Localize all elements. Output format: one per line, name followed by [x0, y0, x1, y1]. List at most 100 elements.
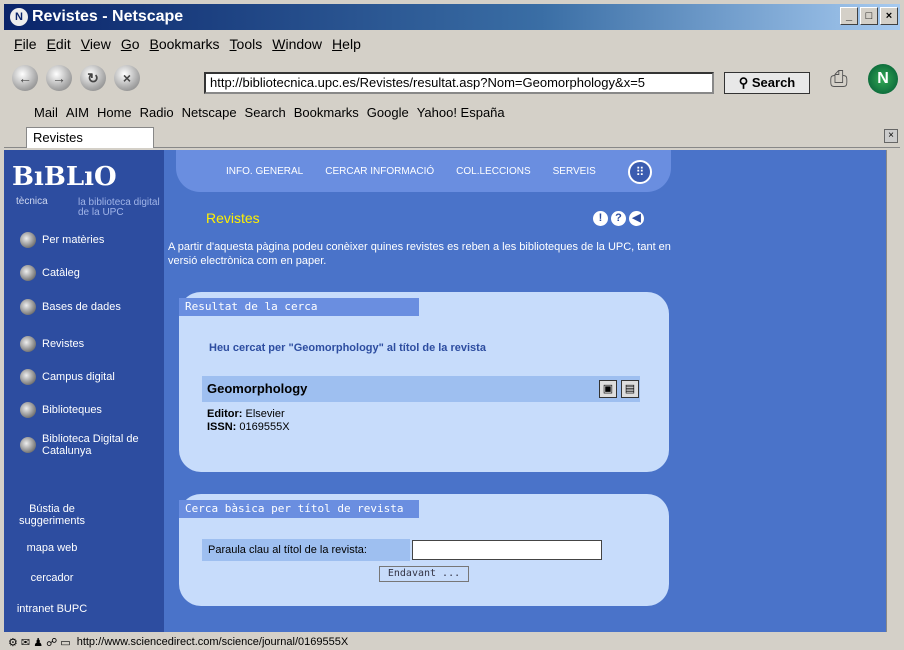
sidebar-label: Per matèries: [42, 234, 105, 246]
logo-subtitle: tècnica: [16, 196, 48, 207]
sidebar-item-campus-digital[interactable]: Campus digital: [20, 369, 115, 385]
bookmark-yahoo[interactable]: Yahoo! España: [417, 105, 505, 120]
menu-edit[interactable]: Edit: [47, 36, 71, 52]
search-button[interactable]: ⚲ Search: [724, 72, 810, 94]
issn-line: ISSN: 0169555X: [207, 421, 290, 433]
journal-title-input[interactable]: [412, 540, 602, 560]
result-panel: Resultat de la cerca Heu cercat per "Geo…: [179, 292, 669, 472]
sidebar-item-bases-de-dades[interactable]: Bases de dades: [20, 299, 121, 315]
result-panel-title: Resultat de la cerca: [179, 298, 419, 316]
forward-icon[interactable]: →: [46, 65, 72, 91]
top-navigation: INFO. GENERAL CERCAR INFORMACIÓ COL.LECC…: [176, 150, 671, 192]
tab-revistes[interactable]: Revistes: [26, 127, 154, 148]
site-tagline: la biblioteca digital de la UPC: [78, 197, 160, 218]
reload-icon[interactable]: ↻: [80, 65, 106, 91]
bookmark-bookmarks[interactable]: Bookmarks: [294, 105, 359, 120]
bullet-icon: [20, 232, 36, 248]
link-cercador[interactable]: cercador: [4, 572, 100, 584]
menu-view[interactable]: View: [81, 36, 111, 52]
editor-label: Editor:: [207, 408, 243, 420]
print-icon[interactable]: ⎙: [830, 66, 860, 94]
sidebar-label: Biblioteca Digital de Catalunya: [42, 433, 139, 457]
back-icon[interactable]: ←: [12, 65, 38, 91]
section-title: Revistes: [206, 210, 260, 226]
editor-value: Elsevier: [245, 408, 285, 420]
menu-bar: File Edit View Go Bookmarks Tools Window…: [4, 32, 900, 56]
site-sidebar: BıBLıO tècnica la biblioteca digital de …: [4, 150, 164, 632]
status-bar: ⚙ ✉ ♟ ☍ ▭ http://www.sciencedirect.com/s…: [4, 634, 900, 650]
nav-col-leccions[interactable]: COL.LECCIONS: [456, 166, 530, 177]
journal-title[interactable]: Geomorphology: [207, 381, 307, 396]
search-icon: ⚲: [738, 75, 749, 90]
maximize-button[interactable]: □: [860, 7, 878, 25]
bullet-icon: [20, 336, 36, 352]
sidebar-item-cataleg[interactable]: Catàleg: [20, 265, 80, 281]
search-button-label: Search: [751, 75, 796, 90]
intro-text: A partir d'aquesta pàgina podeu conèixer…: [168, 241, 671, 267]
issn-label: ISSN:: [207, 421, 237, 433]
link-mapa-web[interactable]: mapa web: [4, 542, 100, 554]
bullet-icon: [20, 369, 36, 385]
info-icon[interactable]: !: [593, 211, 608, 226]
bookmarks-toolbar: Mail AIM Home Radio Netscape Search Book…: [4, 100, 900, 124]
sidebar-item-per-materies[interactable]: Per matèries: [20, 232, 104, 248]
stop-icon[interactable]: ×: [114, 65, 140, 91]
bookmark-aim[interactable]: AIM: [66, 105, 89, 120]
issn-value: 0169555X: [239, 421, 290, 433]
search-panel: Cerca bàsica per títol de revista Paraul…: [179, 494, 669, 606]
bullet-icon: [20, 265, 36, 281]
search-panel-title: Cerca bàsica per títol de revista: [179, 500, 419, 518]
bullet-icon: [20, 402, 36, 418]
sidebar-label: Catàleg: [42, 267, 80, 279]
bookmark-netscape[interactable]: Netscape: [182, 105, 237, 120]
menu-file[interactable]: File: [14, 36, 37, 52]
netscape-logo-icon: N: [10, 8, 28, 26]
close-button[interactable]: ×: [880, 7, 898, 25]
status-url: http://www.sciencedirect.com/science/jou…: [76, 636, 349, 648]
close-tab-button[interactable]: ×: [884, 129, 898, 143]
sidebar-label: Biblioteques: [42, 404, 102, 416]
bookmark-radio[interactable]: Radio: [140, 105, 174, 120]
vertical-scrollbar[interactable]: [886, 150, 900, 632]
bookmark-google[interactable]: Google: [367, 105, 409, 120]
sidebar-label: Campus digital: [42, 371, 115, 383]
paper-holdings-icon[interactable]: ▤: [621, 380, 639, 398]
help-icon[interactable]: ?: [611, 211, 626, 226]
menu-bookmarks[interactable]: Bookmarks: [150, 36, 220, 52]
browser-window: N Revistes - Netscape _ □ × File Edit Vi…: [0, 0, 904, 650]
sidebar-label: Revistes: [42, 338, 85, 350]
status-icons: ⚙ ✉ ♟ ☍ ▭: [8, 636, 71, 649]
back-arrow-icon[interactable]: ◀: [629, 211, 644, 226]
sidebar-item-biblioteques[interactable]: Biblioteques: [20, 402, 102, 418]
electronic-access-icon[interactable]: ▣: [599, 380, 617, 398]
upc-grid-icon[interactable]: ⠿: [628, 160, 652, 184]
window-title: Revistes - Netscape: [32, 8, 184, 25]
nav-info-general[interactable]: INFO. GENERAL: [226, 166, 303, 177]
menu-go[interactable]: Go: [121, 36, 140, 52]
minimize-button[interactable]: _: [840, 7, 858, 25]
submit-button[interactable]: Endavant ...: [379, 566, 469, 582]
menu-help[interactable]: Help: [332, 36, 361, 52]
title-bar: N Revistes - Netscape _ □ ×: [4, 4, 900, 30]
page-content: BıBLıO tècnica la biblioteca digital de …: [4, 150, 886, 632]
tab-bar: Revistes ×: [4, 126, 900, 148]
link-bustia[interactable]: Bústia de suggeriments: [4, 503, 100, 527]
url-field[interactable]: http://bibliotecnica.upc.es/Revistes/res…: [204, 72, 714, 94]
navigation-toolbar: ← → ↻ × http://bibliotecnica.upc.es/Revi…: [4, 58, 900, 98]
sidebar-item-biblioteca-digital[interactable]: Biblioteca Digital de Catalunya: [20, 433, 150, 457]
nav-cercar-informacio[interactable]: CERCAR INFORMACIÓ: [325, 166, 434, 177]
sidebar-label: Bases de dades: [42, 301, 121, 313]
bookmark-search[interactable]: Search: [245, 105, 286, 120]
editor-line: Editor: Elsevier: [207, 408, 285, 420]
bullet-icon: [20, 299, 36, 315]
menu-window[interactable]: Window: [272, 36, 322, 52]
search-field-label: Paraula clau al títol de la revista:: [202, 539, 410, 561]
bookmark-home[interactable]: Home: [97, 105, 132, 120]
bullet-icon: [20, 437, 36, 453]
menu-tools[interactable]: Tools: [230, 36, 263, 52]
nav-serveis[interactable]: SERVEIS: [553, 166, 596, 177]
sidebar-item-revistes[interactable]: Revistes: [20, 336, 84, 352]
netscape-throbber-icon: N: [868, 64, 898, 94]
bookmark-mail[interactable]: Mail: [34, 105, 58, 120]
link-intranet[interactable]: intranet BUPC: [4, 603, 100, 615]
